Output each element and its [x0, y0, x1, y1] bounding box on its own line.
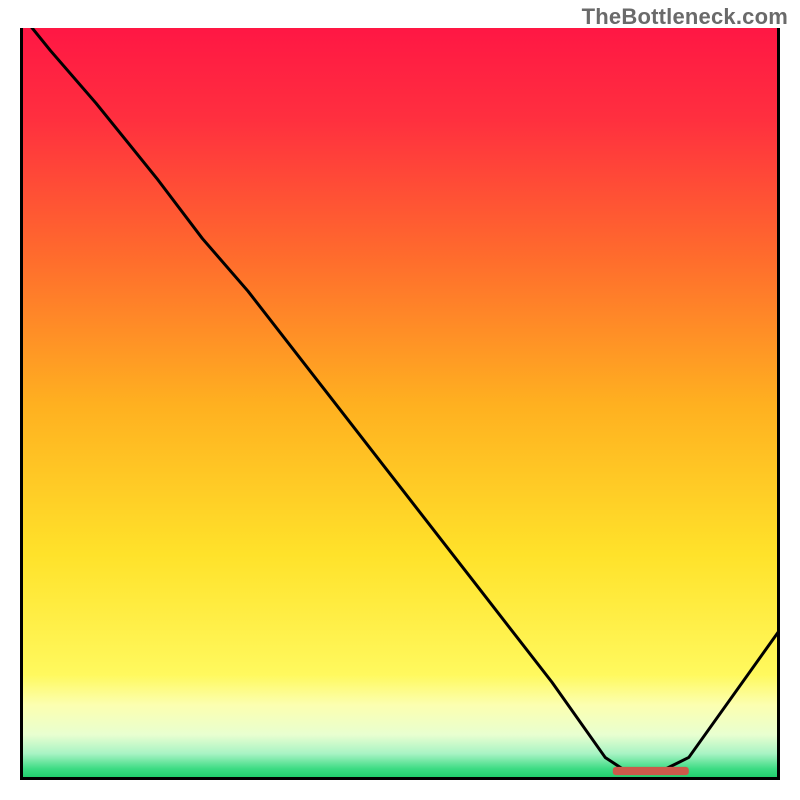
watermark-text: TheBottleneck.com — [582, 4, 788, 30]
chart-svg — [20, 28, 780, 780]
chart-frame: TheBottleneck.com — [0, 0, 800, 800]
gradient-background — [20, 28, 780, 780]
plot-area — [20, 28, 780, 780]
optimal-range-marker — [613, 767, 689, 775]
